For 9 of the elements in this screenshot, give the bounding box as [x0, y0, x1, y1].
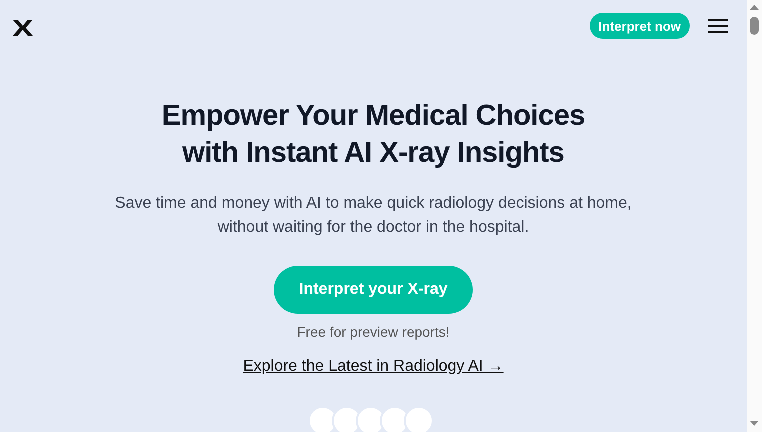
scrollbar[interactable]: [747, 0, 762, 432]
interpret-xray-button[interactable]: Interpret your X-ray: [274, 266, 473, 314]
preview-note: Free for preview reports!: [297, 324, 450, 340]
hero-heading: Empower Your Medical Choices with Instant AI X-ray Insights: [162, 99, 586, 171]
interpret-now-button[interactable]: Interpret now: [590, 13, 690, 39]
hero-subtitle: Save time and money with AI to make quick radiology decisions at home, without waiting for the doctor in the hospital.: [115, 194, 632, 238]
logo-icon[interactable]: [13, 20, 33, 36]
radiology-ai-link[interactable]: Explore the Latest in Radiology AI →: [243, 358, 504, 376]
menu-icon[interactable]: [708, 19, 728, 33]
